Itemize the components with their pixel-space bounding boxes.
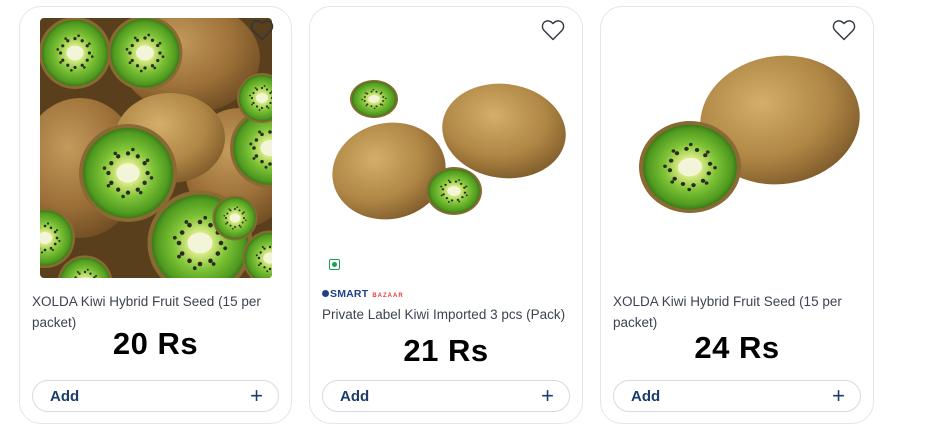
- wishlist-heart-icon[interactable]: [832, 19, 856, 41]
- product-price: 20 Rs: [112, 326, 199, 361]
- plus-icon: +: [250, 383, 263, 408]
- plus-icon: +: [541, 383, 554, 408]
- add-button-label: Add: [50, 387, 80, 405]
- product-price: 24 Rs: [694, 330, 780, 365]
- product-card[interactable]: XOLDA Kiwi Hybrid Fruit Seed (15 per pac…: [19, 6, 292, 424]
- brand-logo: SMART BAZAAR: [322, 288, 404, 300]
- two-kiwis-image[interactable]: [615, 52, 861, 252]
- add-button-label: Add: [340, 387, 370, 405]
- wishlist-heart-icon[interactable]: [250, 19, 274, 41]
- product-price: 21 Rs: [403, 333, 489, 368]
- product-card[interactable]: SMART BAZAAR Private Label Kiwi Imported…: [309, 6, 583, 424]
- product-title[interactable]: XOLDA Kiwi Hybrid Fruit Seed (15 per pac…: [613, 291, 861, 333]
- add-to-cart-button[interactable]: Add +: [322, 380, 570, 412]
- wishlist-heart-icon[interactable]: [541, 19, 565, 41]
- plus-icon: +: [832, 383, 845, 408]
- product-card[interactable]: XOLDA Kiwi Hybrid Fruit Seed (15 per pac…: [600, 6, 874, 424]
- brand-name: SMART: [322, 288, 368, 300]
- add-button-label: Add: [631, 387, 661, 405]
- product-title[interactable]: Private Label Kiwi Imported 3 pcs (Pack): [322, 304, 570, 325]
- add-to-cart-button[interactable]: Add +: [613, 380, 861, 412]
- brand-sub: BAZAAR: [372, 293, 404, 299]
- kiwi-pile-image[interactable]: [40, 18, 272, 278]
- veg-mark-icon: [329, 259, 340, 270]
- three-kiwis-image[interactable]: [324, 49, 570, 249]
- add-to-cart-button[interactable]: Add +: [32, 380, 279, 412]
